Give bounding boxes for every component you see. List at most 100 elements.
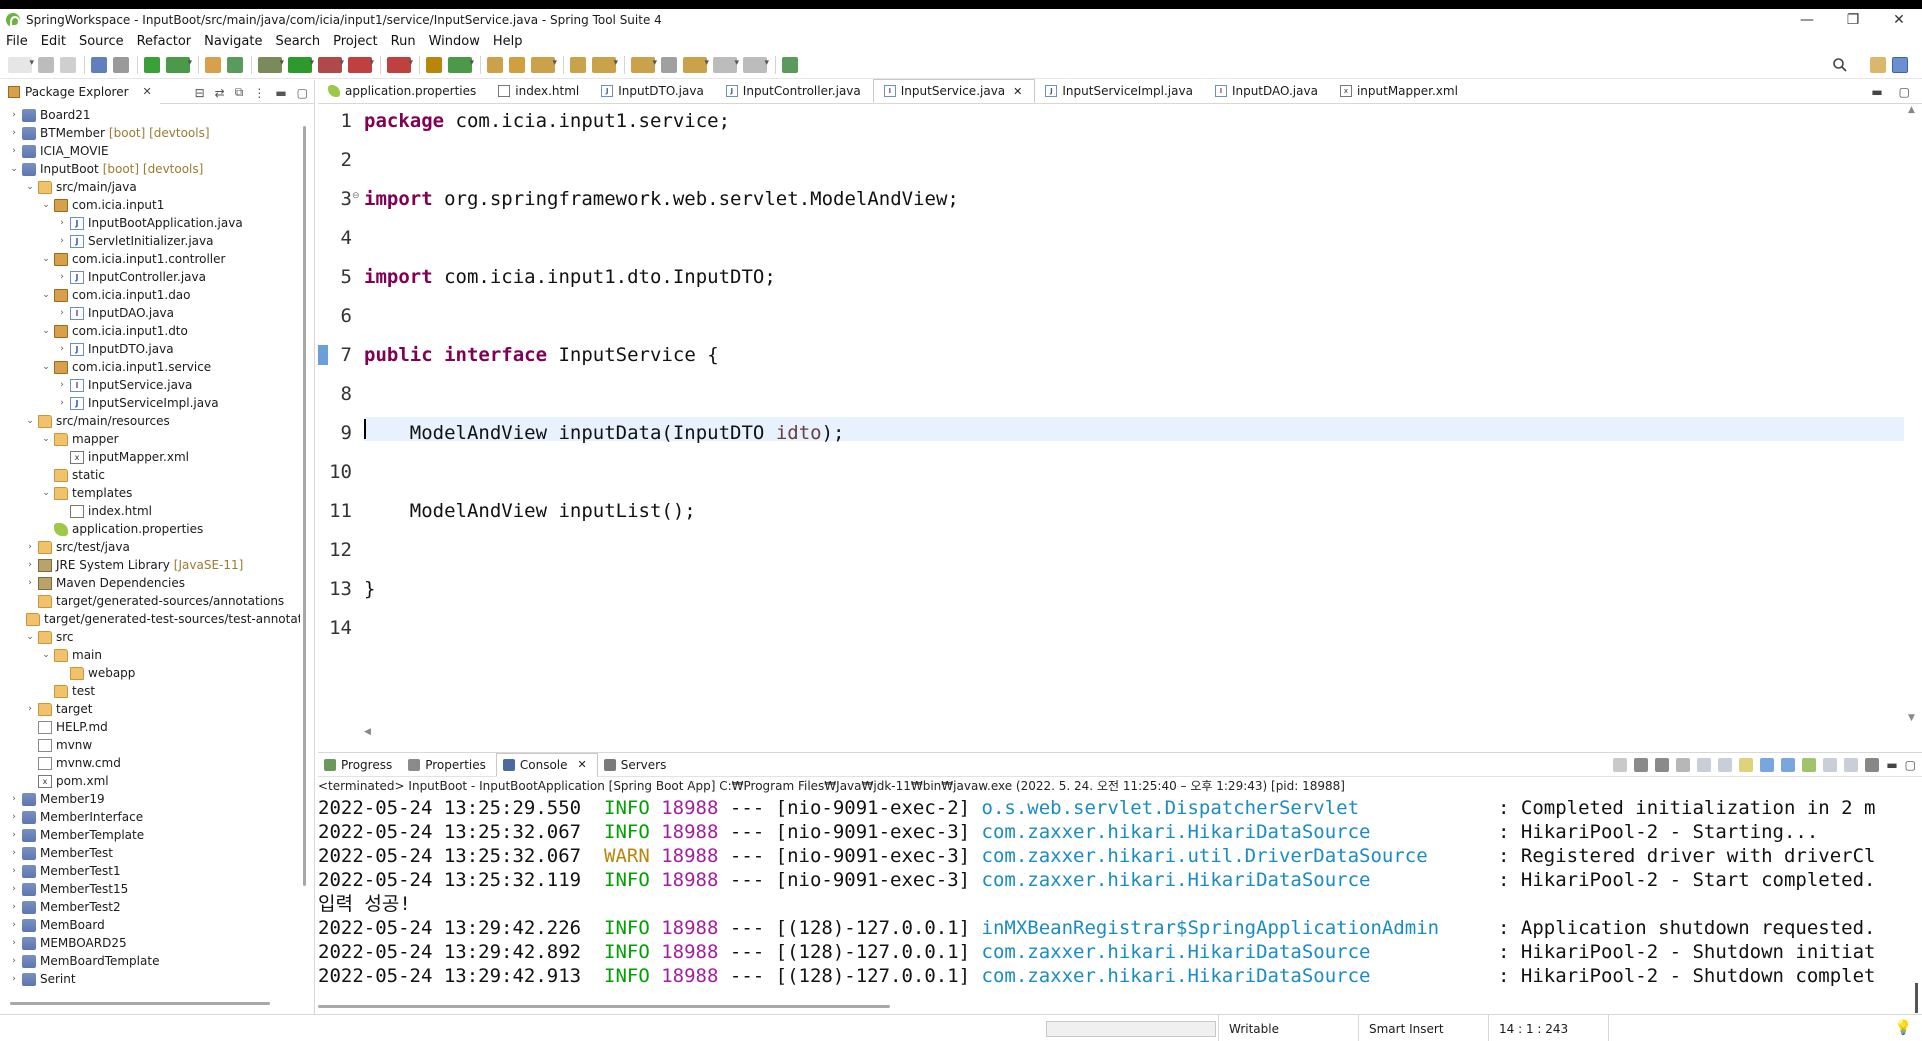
stop-icon[interactable] xyxy=(348,56,374,73)
minimize-console-icon[interactable]: ▬ xyxy=(1886,758,1897,772)
tree-item[interactable]: ⌄ main xyxy=(0,646,300,664)
tree-item[interactable]: › Board21 xyxy=(0,106,300,124)
tree-item[interactable]: ⌄ src/main/resources xyxy=(0,412,300,430)
show-console-stdout-icon[interactable] xyxy=(1739,758,1754,772)
collapsed-chevron-icon[interactable]: › xyxy=(8,919,20,931)
tree-item[interactable]: › ICIA_MOVIE xyxy=(0,142,300,160)
tree-item[interactable]: ⌄ mapper xyxy=(0,430,300,448)
spring-boot-dashboard-icon[interactable] xyxy=(144,56,160,73)
collapsed-chevron-icon[interactable]: › xyxy=(8,829,20,841)
prev-annotation-icon[interactable] xyxy=(592,56,618,73)
word-wrap-icon[interactable] xyxy=(1718,758,1733,772)
tree-item[interactable]: › MemberInterface xyxy=(0,808,300,826)
tree-item[interactable]: ⌄ src xyxy=(0,628,300,646)
remove-launch-icon[interactable] xyxy=(1634,758,1649,772)
remove-all-terminated-icon[interactable] xyxy=(1655,758,1670,772)
tab-properties[interactable]: Properties xyxy=(402,753,496,777)
tree-item[interactable]: › Serint xyxy=(0,970,300,986)
expanded-chevron-icon[interactable]: ⌄ xyxy=(40,649,52,661)
code-line[interactable]: ModelAndView inputData(InputDTO idto); xyxy=(364,421,845,445)
code-line[interactable]: ModelAndView inputList(); xyxy=(364,499,696,523)
console-line[interactable]: 2022-05-24 13:25:32.067 INFO 18988 --- [… xyxy=(318,820,1908,844)
collapsed-chevron-icon[interactable]: › xyxy=(56,397,68,409)
display-selected-console-icon[interactable] xyxy=(1823,758,1838,772)
tree-item[interactable]: ⌄ com.icia.input1 xyxy=(0,196,300,214)
menu-navigate[interactable]: Navigate xyxy=(204,34,262,49)
code-line[interactable]: } xyxy=(364,577,375,601)
open-type-icon[interactable] xyxy=(426,56,442,73)
new-spring-starter-icon[interactable] xyxy=(448,56,474,73)
tree-item[interactable]: target/generated-test-sources/test-annot… xyxy=(0,610,300,628)
collapsed-chevron-icon[interactable]: › xyxy=(8,811,20,823)
console-vertical-scrollbar[interactable] xyxy=(1915,983,1918,1013)
console-line[interactable]: 2022-05-24 13:29:42.892 INFO 18988 --- [… xyxy=(318,940,1908,964)
collapsed-chevron-icon[interactable]: › xyxy=(24,541,36,553)
editor-tab[interactable]: J InputController.java xyxy=(716,79,873,103)
console-settings-icon[interactable] xyxy=(1865,758,1880,772)
tree-item[interactable]: › JRE System Library [JavaSE-11] xyxy=(0,556,300,574)
open-perspective-icon[interactable] xyxy=(1870,57,1886,73)
tree-item[interactable]: › J InputDTO.java xyxy=(0,340,300,358)
tree-item[interactable]: › MemberTest xyxy=(0,844,300,862)
editor-tab[interactable]: application.properties xyxy=(318,79,488,103)
editor-tab[interactable]: J InputDTO.java xyxy=(591,79,716,103)
collapsed-chevron-icon[interactable]: › xyxy=(24,703,36,715)
relaunch-icon[interactable] xyxy=(166,56,192,73)
collapsed-chevron-icon[interactable]: › xyxy=(56,271,68,283)
skip-breakpoints-icon[interactable] xyxy=(113,56,129,73)
tree-item[interactable]: › J InputServiceImpl.java xyxy=(0,394,300,412)
new-java-package-icon[interactable] xyxy=(205,56,221,73)
maximize-button[interactable]: ❐ xyxy=(1830,9,1876,31)
collapsed-chevron-icon[interactable]: › xyxy=(56,217,68,229)
collapsed-chevron-icon[interactable]: › xyxy=(8,937,20,949)
minimize-button[interactable]: — xyxy=(1784,9,1830,31)
close-icon[interactable]: ✕ xyxy=(1013,85,1022,98)
tree-item[interactable]: › I InputService.java xyxy=(0,376,300,394)
forward-icon[interactable] xyxy=(683,56,709,73)
debug-icon[interactable] xyxy=(258,56,284,73)
tree-item[interactable]: ⌄ com.icia.input1.controller xyxy=(0,250,300,268)
tree-item[interactable]: › target xyxy=(0,700,300,718)
tree-item[interactable]: ⌄ com.icia.input1.dao xyxy=(0,286,300,304)
tree-item[interactable]: application.properties xyxy=(0,520,300,538)
scroll-lock-icon[interactable] xyxy=(1697,758,1712,772)
collapsed-chevron-icon[interactable]: › xyxy=(8,793,20,805)
console-line[interactable]: 2022-05-24 13:29:42.226 INFO 18988 --- [… xyxy=(318,916,1908,940)
maximize-console-icon[interactable]: ▢ xyxy=(1905,758,1916,772)
spring-perspective-icon[interactable] xyxy=(1892,57,1908,73)
collapsed-chevron-icon[interactable]: › xyxy=(24,559,36,571)
console-line[interactable]: 2022-05-24 13:25:32.067 WARN 18988 --- [… xyxy=(318,844,1908,868)
editor-tab[interactable]: index.html xyxy=(488,79,591,103)
expanded-chevron-icon[interactable]: ⌄ xyxy=(24,415,36,427)
package-explorer-vertical-scrollbar[interactable] xyxy=(300,106,310,986)
new-console-icon[interactable] xyxy=(1844,758,1859,772)
editor-tab[interactable]: J InputServiceImpl.java xyxy=(1035,79,1205,103)
expanded-chevron-icon[interactable]: ⌄ xyxy=(40,325,52,337)
maximize-editor-icon[interactable]: ▢ xyxy=(1899,85,1910,99)
tree-item[interactable]: › J InputController.java xyxy=(0,268,300,286)
tree-item[interactable]: ⌄ com.icia.input1.service xyxy=(0,358,300,376)
tree-item[interactable]: ⌄ InputBoot [boot] [devtools] xyxy=(0,160,300,178)
editor-tab[interactable]: I InputService.java ✕ xyxy=(872,79,1036,103)
tree-item[interactable]: › Maven Dependencies xyxy=(0,574,300,592)
collapsed-chevron-icon[interactable]: › xyxy=(56,235,68,247)
minimize-view-icon[interactable]: ▬ xyxy=(275,86,286,100)
collapsed-chevron-icon[interactable]: › xyxy=(8,901,20,913)
code-line[interactable]: public interface InputService { xyxy=(364,343,719,367)
filter-icon[interactable]: ⧉ xyxy=(235,85,244,100)
tree-item[interactable]: ⌄ templates xyxy=(0,484,300,502)
code-area[interactable]: package com.icia.input1.service; import o… xyxy=(364,105,1904,735)
open-console-icon[interactable] xyxy=(1802,758,1817,772)
lightbulb-icon[interactable]: 💡 xyxy=(1895,1020,1912,1036)
menu-run[interactable]: Run xyxy=(391,34,416,49)
log-logger-link[interactable]: com.zaxxer.hikari.util.DriverDataSource xyxy=(982,844,1487,868)
collapsed-chevron-icon[interactable]: › xyxy=(8,847,20,859)
menu-search[interactable]: Search xyxy=(275,34,320,49)
log-logger-link[interactable]: com.zaxxer.hikari.HikariDataSource xyxy=(982,964,1487,988)
tree-item[interactable]: › MemberTemplate xyxy=(0,826,300,844)
next-annotation-icon[interactable] xyxy=(570,56,586,73)
tab-servers[interactable]: Servers xyxy=(598,753,677,777)
save-all-icon[interactable] xyxy=(60,56,76,73)
expanded-chevron-icon[interactable]: ⌄ xyxy=(8,163,20,175)
collapsed-chevron-icon[interactable]: › xyxy=(8,865,20,877)
